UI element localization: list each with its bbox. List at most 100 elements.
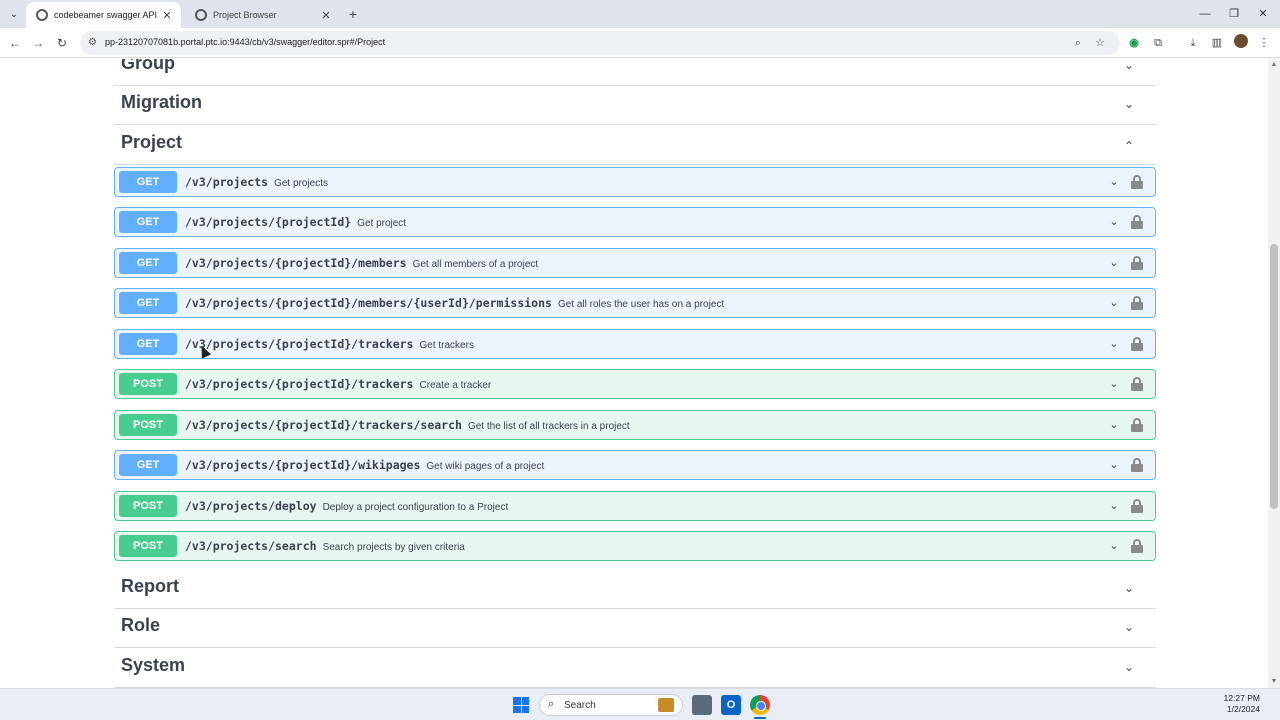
site-info-icon[interactable]: ⚙	[88, 37, 100, 49]
chevron-down-icon[interactable]: ⌄	[1107, 215, 1121, 229]
chevron-down-icon[interactable]: ⌄	[1107, 458, 1121, 472]
tag-section-role[interactable]: Role ⌄	[114, 608, 1156, 648]
chevron-down-icon[interactable]: ⌄	[1107, 377, 1121, 391]
operation-post-projects-search[interactable]: POST /v3/projects/search Search projects …	[114, 531, 1156, 561]
method-badge: POST	[119, 535, 177, 557]
extension-grammarly-icon[interactable]: ◉	[1124, 33, 1144, 53]
side-panel-icon[interactable]: ▥	[1207, 33, 1227, 53]
operation-path: /v3/projects/{projectId}/trackers Get tra…	[185, 337, 474, 351]
lock-icon[interactable]	[1131, 539, 1143, 553]
back-icon[interactable]: ←	[5, 33, 25, 53]
tab-title: Project Browser	[213, 10, 277, 20]
search-icon: ⌕	[548, 698, 555, 710]
scroll-down-icon[interactable]: ▼	[1268, 676, 1280, 688]
zoom-icon[interactable]: ⌕	[1070, 35, 1086, 51]
operation-summary: Get trackers	[419, 340, 474, 351]
method-badge: GET	[119, 333, 177, 355]
outlook-icon[interactable]: O	[721, 695, 741, 715]
page-scrollbar[interactable]: ▲ ▼	[1268, 59, 1280, 688]
operation-get-member-permissions[interactable]: GET /v3/projects/{projectId}/members/{us…	[114, 288, 1156, 318]
operation-get-project[interactable]: GET /v3/projects/{projectId} Get project …	[114, 207, 1156, 237]
taskbar-search-label: Search	[564, 700, 596, 711]
operation-path: /v3/projects/deploy Deploy a project conf…	[185, 499, 509, 513]
lock-icon[interactable]	[1131, 499, 1143, 513]
chevron-down-icon[interactable]: ⌄	[1124, 97, 1138, 111]
windows-start-icon[interactable]	[513, 697, 529, 713]
scroll-up-icon[interactable]: ▲	[1268, 59, 1280, 71]
chevron-down-icon[interactable]: ⌄	[1107, 418, 1121, 432]
profile-avatar[interactable]	[1234, 34, 1248, 48]
windows-taskbar: ⌕ Search O 12:27 PM 1/2/2024	[0, 688, 1280, 720]
url-text[interactable]: pp-23120707081b.portal.ptc.io:9443/cb/v3…	[105, 37, 385, 47]
operation-get-trackers[interactable]: GET /v3/projects/{projectId}/trackers Get…	[114, 329, 1156, 359]
tag-section-project[interactable]: Project ⌃	[114, 125, 1156, 165]
close-window-icon[interactable]: ✕	[1248, 5, 1278, 23]
restore-icon[interactable]: ❐	[1219, 5, 1249, 23]
chevron-down-icon[interactable]: ⌄	[1107, 296, 1121, 310]
forward-icon[interactable]: →	[28, 33, 48, 53]
chevron-down-icon[interactable]: ⌄	[1107, 175, 1121, 189]
chevron-down-icon[interactable]: ⌄	[1124, 660, 1138, 674]
operation-get-project-members[interactable]: GET /v3/projects/{projectId}/members Get …	[114, 248, 1156, 278]
chevron-down-icon[interactable]: ⌄	[1107, 256, 1121, 270]
operation-summary: Get the list of all trackers in a projec…	[467, 421, 630, 432]
file-explorer-icon[interactable]	[692, 695, 712, 715]
tab-project-browser[interactable]: Project Browser ✕	[185, 2, 340, 28]
tag-section-group[interactable]: Group ⌄	[114, 59, 1156, 86]
operation-summary: Deploy a project configuration to a Proj…	[322, 502, 509, 513]
method-badge: GET	[119, 454, 177, 476]
chevron-down-icon[interactable]: ⌄	[1107, 499, 1121, 513]
bookmark-star-icon[interactable]: ☆	[1092, 35, 1108, 51]
operation-post-deploy[interactable]: POST /v3/projects/deploy Deploy a project…	[114, 491, 1156, 521]
chevron-down-icon[interactable]: ⌄	[1124, 620, 1138, 634]
tab-search-icon[interactable]: ⌄	[4, 4, 24, 24]
tag-section-migration[interactable]: Migration ⌄	[114, 85, 1156, 125]
scrollbar-thumb[interactable]	[1270, 244, 1278, 509]
tab-codebeamer-swagger[interactable]: codebeamer swagger API ✕	[26, 2, 181, 28]
extensions-puzzle-icon[interactable]: ⧉	[1148, 33, 1168, 53]
lock-icon[interactable]	[1131, 377, 1143, 391]
lock-icon[interactable]	[1131, 175, 1143, 189]
taskbar-search[interactable]: ⌕ Search	[539, 694, 683, 716]
section-title: Role	[121, 615, 161, 635]
operation-get-wikipages[interactable]: GET /v3/projects/{projectId}/wikipages Ge…	[114, 450, 1156, 480]
lock-icon[interactable]	[1131, 256, 1143, 270]
operation-path: /v3/projects/{projectId}/wikipages Get wi…	[185, 458, 545, 472]
lock-icon[interactable]	[1131, 418, 1143, 432]
operation-path: /v3/projects/{projectId}/members/{userId…	[185, 296, 725, 310]
operation-summary: Get projects	[274, 178, 329, 189]
chevron-down-icon[interactable]: ⌄	[1124, 59, 1138, 72]
operation-path: /v3/projects/{projectId}/members Get all …	[185, 256, 539, 270]
chrome-icon[interactable]	[750, 695, 770, 715]
reload-icon[interactable]: ↻	[52, 33, 72, 53]
tag-section-system[interactable]: System ⌄	[114, 648, 1156, 688]
section-title: Project	[121, 132, 183, 152]
system-clock[interactable]: 12:27 PM 1/2/2024	[1224, 693, 1260, 715]
clock-date: 1/2/2024	[1226, 704, 1260, 714]
operation-path: /v3/projects/{projectId}/trackers Create …	[185, 377, 492, 391]
chevron-down-icon[interactable]: ⌄	[1124, 581, 1138, 595]
operation-get-projects[interactable]: GET /v3/projects Get projects ⌄	[114, 167, 1156, 197]
operation-summary: Get all members of a project	[412, 259, 539, 270]
chevron-up-icon[interactable]: ⌃	[1124, 139, 1138, 153]
method-badge: GET	[119, 211, 177, 233]
minimize-icon[interactable]: —	[1190, 5, 1220, 23]
close-tab-icon[interactable]: ✕	[159, 9, 175, 22]
new-tab-icon[interactable]: +	[344, 5, 362, 23]
downloads-icon[interactable]: ⤓	[1183, 33, 1203, 53]
lock-icon[interactable]	[1131, 296, 1143, 310]
lock-icon[interactable]	[1131, 458, 1143, 472]
operation-post-trackers-search[interactable]: POST /v3/projects/{projectId}/trackers/s…	[114, 410, 1156, 440]
operation-post-tracker[interactable]: POST /v3/projects/{projectId}/trackers Cr…	[114, 369, 1156, 399]
lock-icon[interactable]	[1131, 215, 1143, 229]
chevron-down-icon[interactable]: ⌄	[1107, 539, 1121, 553]
chevron-down-icon[interactable]: ⌄	[1107, 337, 1121, 351]
browser-menu-icon[interactable]: ⋮	[1254, 33, 1274, 53]
tag-section-report[interactable]: Report ⌄	[114, 569, 1156, 609]
method-badge: POST	[119, 373, 177, 395]
section-title: Report	[121, 576, 179, 596]
lock-icon[interactable]	[1131, 337, 1143, 351]
address-bar[interactable]: ⚙ pp-23120707081b.portal.ptc.io:9443/cb/…	[80, 31, 1120, 55]
close-tab-icon[interactable]: ✕	[318, 9, 334, 22]
operation-summary: Search projects by given criteria	[322, 542, 465, 553]
